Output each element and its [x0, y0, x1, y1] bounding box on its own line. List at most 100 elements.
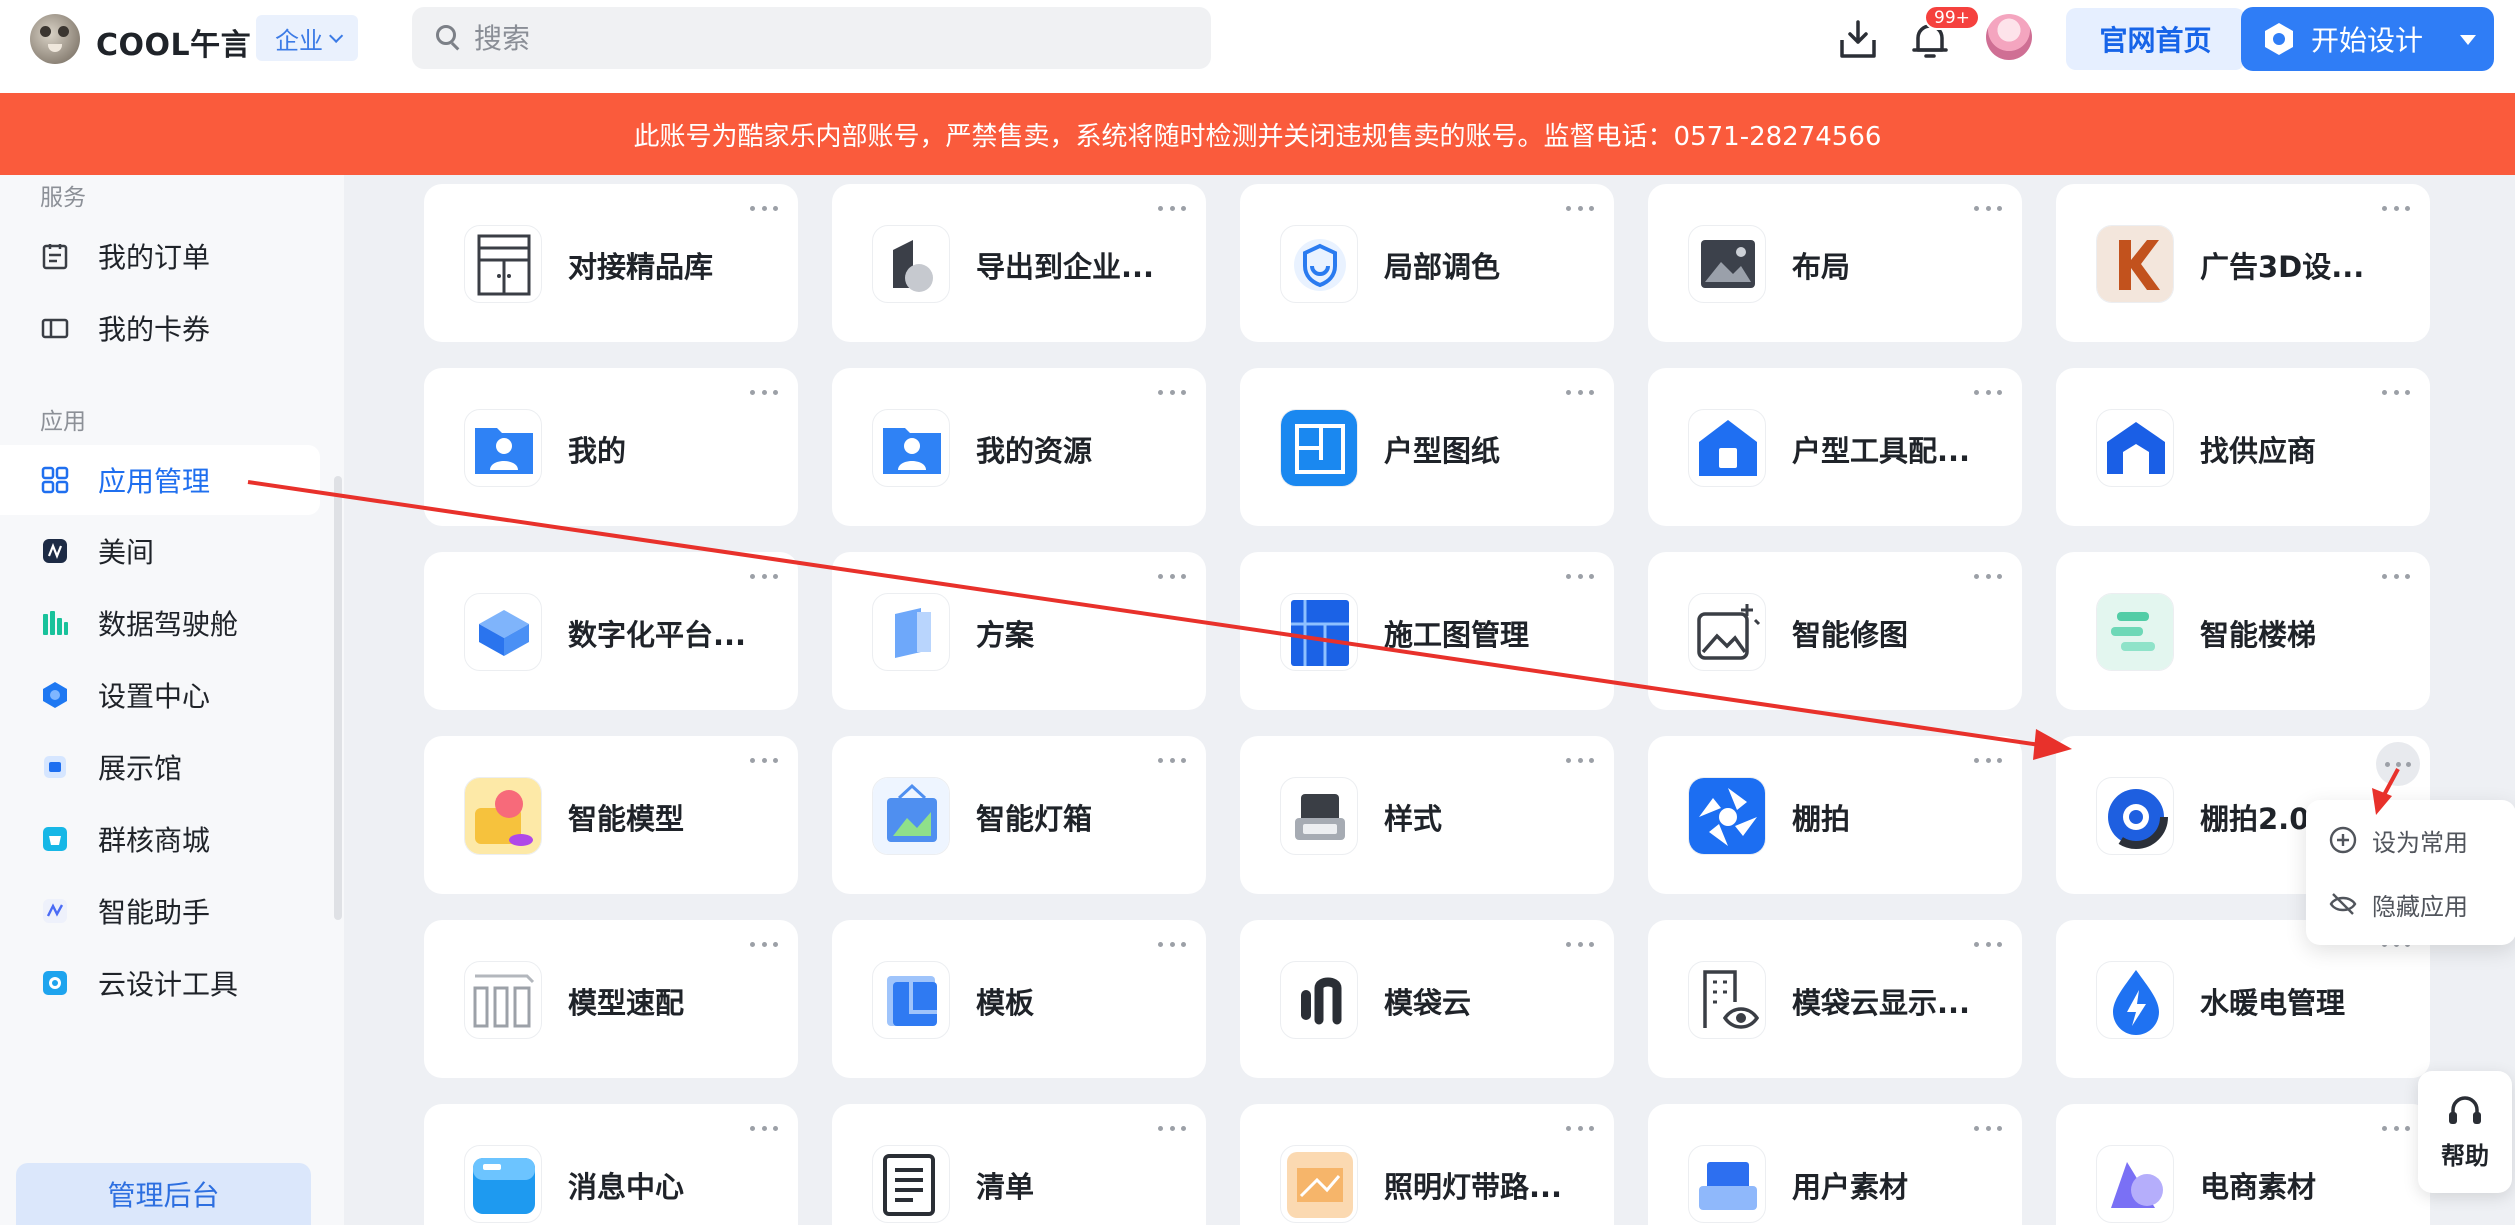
sidebar-item-data-cockpit[interactable]: 数据驾驶舱: [0, 588, 320, 658]
mall-icon: [43, 827, 67, 851]
hide-app-menu-item[interactable]: 隐藏应用: [2328, 882, 2468, 926]
app-card[interactable]: 智能灯箱: [832, 736, 1206, 894]
sidebar-item-assistant[interactable]: 智能助手: [0, 876, 320, 946]
more-options-icon[interactable]: [744, 566, 784, 586]
sidebar-item-mall[interactable]: 群核商城: [0, 804, 320, 874]
app-card[interactable]: 智能模型: [424, 736, 798, 894]
more-options-icon[interactable]: [1560, 750, 1600, 770]
more-options-icon[interactable]: [2376, 742, 2420, 786]
more-options-icon[interactable]: [1560, 198, 1600, 218]
app-card[interactable]: 用户素材: [1648, 1104, 2022, 1225]
brand-logo-avatar[interactable]: [30, 14, 80, 64]
sidebar-item-orders[interactable]: 我的订单: [0, 221, 320, 291]
site-home-button[interactable]: 官网首页: [2066, 8, 2245, 70]
org-switch-dropdown[interactable]: 企业: [256, 15, 358, 61]
more-options-icon[interactable]: [1152, 382, 1192, 402]
app-card[interactable]: 户型图纸: [1240, 368, 1614, 526]
more-options-icon[interactable]: [1560, 934, 1600, 954]
notification-badge: 99+: [1924, 5, 1980, 30]
more-options-icon[interactable]: [744, 198, 784, 218]
more-options-icon[interactable]: [2376, 198, 2416, 218]
plus-circle-icon: [2329, 826, 2357, 854]
app-card[interactable]: 我的资源: [832, 368, 1206, 526]
app-card[interactable]: 布局: [1648, 184, 2022, 342]
more-options-icon[interactable]: [1560, 382, 1600, 402]
export-icon: [872, 225, 950, 303]
more-options-icon[interactable]: [744, 750, 784, 770]
more-options-icon[interactable]: [744, 382, 784, 402]
sidebar-item-showroom[interactable]: 展示馆: [0, 732, 320, 802]
admin-backend-button[interactable]: 管理后台: [16, 1163, 311, 1225]
more-options-icon[interactable]: [1968, 198, 2008, 218]
more-options-icon[interactable]: [744, 1118, 784, 1138]
app-card[interactable]: 智能修图: [1648, 552, 2022, 710]
app-card[interactable]: 清单: [832, 1104, 1206, 1225]
start-design-button[interactable]: 开始设计: [2241, 7, 2494, 71]
more-options-icon[interactable]: [1152, 934, 1192, 954]
more-options-icon[interactable]: [1152, 566, 1192, 586]
sidebar-item-app-management[interactable]: 应用管理: [0, 445, 320, 515]
more-options-icon[interactable]: [1152, 750, 1192, 770]
data-cockpit-icon: [43, 611, 68, 635]
more-options-icon[interactable]: [1560, 566, 1600, 586]
more-options-icon[interactable]: [1968, 934, 2008, 954]
app-card[interactable]: 棚拍: [1648, 736, 2022, 894]
hide-app-label: 隐藏应用: [2372, 892, 2468, 921]
more-options-icon[interactable]: [2376, 1118, 2416, 1138]
app-name: 模板: [976, 986, 1035, 1020]
set-common-menu-item[interactable]: 设为常用: [2328, 818, 2468, 862]
brand-name[interactable]: COOL午言: [96, 20, 251, 64]
help-button[interactable]: 帮助: [2418, 1071, 2512, 1193]
sidebar-item-label: 数据驾驶舱: [98, 608, 239, 641]
app-card[interactable]: 户型工具配...: [1648, 368, 2022, 526]
sidebar-item-settings[interactable]: 设置中心: [0, 660, 320, 730]
app-card[interactable]: 照明灯带路...: [1240, 1104, 1614, 1225]
app-card[interactable]: 消息中心: [424, 1104, 798, 1225]
app-card[interactable]: 对接精品库: [424, 184, 798, 342]
app-name: 照明灯带路...: [1384, 1170, 1563, 1204]
app-card[interactable]: 模型速配: [424, 920, 798, 1078]
app-card[interactable]: 我的: [424, 368, 798, 526]
list-doc-icon: [872, 1145, 950, 1223]
app-card[interactable]: 模袋云显示...: [1648, 920, 2022, 1078]
app-card[interactable]: 局部调色: [1240, 184, 1614, 342]
more-options-icon[interactable]: [1152, 1118, 1192, 1138]
download-icon[interactable]: [1836, 18, 1880, 62]
notice-text: 此账号为酷家乐内部账号，严禁售卖，系统将随时检测并关闭违规售卖的账号。监督电话：…: [633, 121, 1882, 152]
app-card[interactable]: 广告3D设...: [2056, 184, 2430, 342]
more-options-icon[interactable]: [1152, 198, 1192, 218]
app-card[interactable]: 施工图管理: [1240, 552, 1614, 710]
chevron-down-icon: [329, 28, 344, 43]
more-options-icon[interactable]: [1968, 382, 2008, 402]
more-options-icon[interactable]: [1560, 1118, 1600, 1138]
sidebar-scrollbar[interactable]: [334, 476, 342, 920]
sidebar-item-cloud-design[interactable]: 云设计工具: [0, 948, 320, 1018]
more-options-icon[interactable]: [1968, 750, 2008, 770]
user-avatar[interactable]: [1986, 14, 2032, 60]
more-options-icon[interactable]: [2376, 382, 2416, 402]
app-card[interactable]: 找供应商: [2056, 368, 2430, 526]
sidebar-item-label: 智能助手: [98, 896, 211, 929]
search-bar[interactable]: [412, 7, 1211, 69]
more-options-icon[interactable]: [2376, 566, 2416, 586]
sidebar-item-coupons[interactable]: 我的卡券: [0, 293, 320, 363]
template-icon: [872, 961, 950, 1039]
app-card[interactable]: 数字化平台...: [424, 552, 798, 710]
more-options-icon[interactable]: [1968, 1118, 2008, 1138]
app-card[interactable]: 电商素材: [2056, 1104, 2430, 1225]
app-card[interactable]: 样式: [1240, 736, 1614, 894]
app-card[interactable]: 方案: [832, 552, 1206, 710]
caret-down-icon[interactable]: [2460, 35, 2476, 45]
sidebar-item-label: 群核商城: [98, 824, 211, 857]
app-card[interactable]: 模袋云: [1240, 920, 1614, 1078]
app-name: 智能楼梯: [2200, 618, 2317, 652]
search-input[interactable]: [474, 21, 1174, 55]
cube-icon: [464, 593, 542, 671]
more-options-icon[interactable]: [744, 934, 784, 954]
app-name: 方案: [976, 618, 1035, 652]
app-card[interactable]: 导出到企业...: [832, 184, 1206, 342]
more-options-icon[interactable]: [1968, 566, 2008, 586]
app-card[interactable]: 模板: [832, 920, 1206, 1078]
app-card[interactable]: 智能楼梯: [2056, 552, 2430, 710]
sidebar-item-meijian[interactable]: 美间: [0, 516, 320, 586]
